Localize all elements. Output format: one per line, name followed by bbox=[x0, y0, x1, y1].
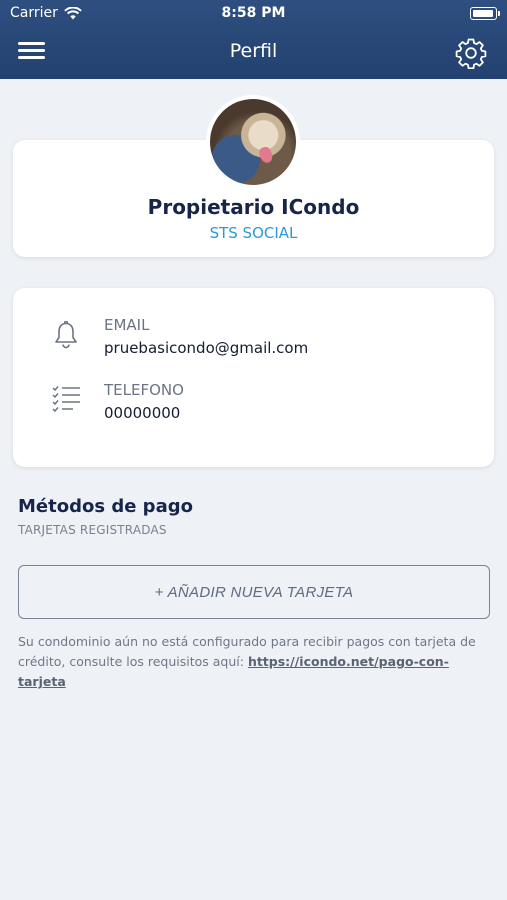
add-card-button[interactable]: + AÑADIR NUEVA TARJETA bbox=[18, 565, 490, 619]
payment-methods-title: Métodos de pago bbox=[18, 496, 193, 517]
avatar-photo bbox=[210, 99, 296, 185]
email-row: EMAIL pruebasicondo@gmail.com bbox=[13, 316, 494, 372]
email-label: EMAIL bbox=[104, 316, 150, 334]
avatar[interactable] bbox=[206, 95, 300, 189]
contact-card: EMAIL pruebasicondo@gmail.com TELEFONO 0… bbox=[13, 288, 494, 467]
navbar: Perfil bbox=[0, 28, 507, 79]
phone-value: 00000000 bbox=[104, 404, 181, 422]
page-title: Perfil bbox=[229, 40, 278, 62]
phone-label: TELEFONO bbox=[104, 381, 184, 399]
checklist-icon bbox=[52, 386, 80, 413]
status-bar: Carrier 8:58 PM bbox=[0, 0, 507, 28]
app-header: Carrier 8:58 PM Perfil bbox=[0, 0, 507, 79]
bell-icon bbox=[55, 321, 77, 349]
battery-icon bbox=[470, 7, 500, 20]
status-time: 8:58 PM bbox=[221, 5, 286, 21]
payment-note: Su condominio aún no está configurado pa… bbox=[18, 632, 490, 692]
phone-row: TELEFONO 00000000 bbox=[13, 381, 494, 437]
gear-icon[interactable] bbox=[455, 37, 487, 69]
profile-name: Propietario ICondo bbox=[147, 195, 360, 219]
payment-methods-subtitle: TARJETAS REGISTRADAS bbox=[18, 523, 167, 537]
email-value: pruebasicondo@gmail.com bbox=[104, 339, 309, 357]
profile-subtitle: STS SOCIAL bbox=[209, 224, 298, 242]
